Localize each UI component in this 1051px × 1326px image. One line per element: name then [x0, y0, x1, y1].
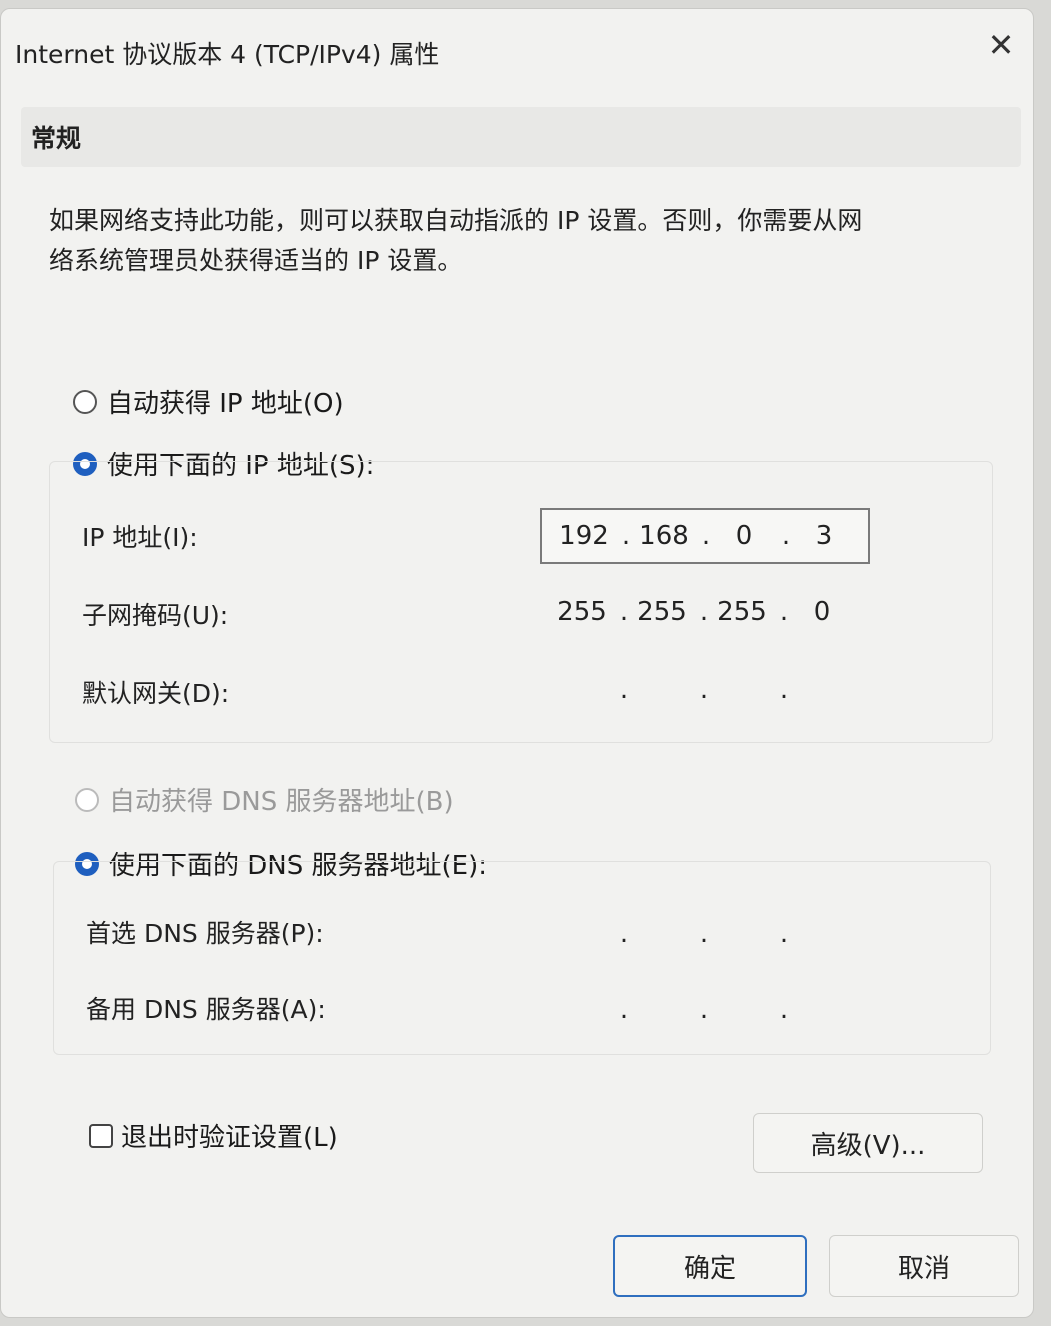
alternate-dns-dot: .	[699, 995, 709, 1025]
alternate-dns-dot: .	[619, 995, 629, 1025]
preferred-dns-dot: .	[699, 919, 709, 949]
alternate-dns-dot: .	[779, 995, 789, 1025]
tab-strip: 常规	[21, 107, 1021, 167]
ok-button[interactable]: 确定	[613, 1235, 807, 1297]
preferred-dns-label: 首选 DNS 服务器(P):	[86, 919, 324, 948]
preferred-dns-dot: .	[619, 919, 629, 949]
ip-octet-4: 3	[815, 521, 833, 551]
mask-octet-4: 0	[813, 597, 831, 627]
description-line-1: 如果网络支持此功能，则可以获取自动指派的 IP 设置。否则，你需要从网	[49, 206, 863, 235]
mask-dot: .	[619, 597, 629, 627]
description-text: 如果网络支持此功能，则可以获取自动指派的 IP 设置。否则，你需要从网 络系统管…	[49, 201, 949, 281]
ipv4-properties-dialog: Internet 协议版本 4 (TCP/IPv4) 属性 ✕ 常规 如果网络支…	[0, 8, 1034, 1318]
ip-settings-group: IP 地址(I): 192 . 168 . 0 . 3 子网掩码(U): 255…	[49, 461, 993, 743]
ip-dot: .	[701, 521, 711, 551]
preferred-dns-dot: .	[779, 919, 789, 949]
gateway-dot: .	[619, 675, 629, 705]
mask-octet-1: 255	[557, 597, 607, 627]
gateway-octet-3	[712, 664, 772, 716]
ip-dot: .	[781, 521, 791, 551]
alternate-dns-octet-4	[792, 984, 852, 1036]
mask-dot: .	[779, 597, 789, 627]
validate-label: 退出时验证设置(L)	[121, 1123, 338, 1153]
subnet-mask-label: 子网掩码(U):	[82, 601, 229, 630]
gateway-dot: .	[779, 675, 789, 705]
preferred-dns-octet-2	[632, 908, 692, 960]
close-icon[interactable]: ✕	[983, 27, 1019, 63]
radio-button-auto-dns[interactable]	[75, 787, 99, 812]
default-gateway-label: 默认网关(D):	[82, 679, 230, 708]
ip-address-input[interactable]: 192 . 168 . 0 . 3	[540, 508, 870, 564]
gateway-dot: .	[699, 675, 709, 705]
validate-checkbox[interactable]	[89, 1123, 113, 1148]
window-title: Internet 协议版本 4 (TCP/IPv4) 属性	[15, 40, 440, 69]
mask-dot: .	[699, 597, 709, 627]
radio-button-auto-ip[interactable]	[73, 389, 97, 414]
alternate-dns-octet-3	[712, 984, 772, 1036]
ip-dot: .	[621, 521, 631, 551]
subnet-mask-input[interactable]: 255 . 255 . 255 . 0	[540, 586, 870, 642]
ip-address-label: IP 地址(I):	[82, 523, 198, 552]
gateway-octet-2	[632, 664, 692, 716]
dns-settings-group: 首选 DNS 服务器(P): . . . 备用 DNS 服务器(A): . . …	[53, 861, 991, 1055]
alternate-dns-label: 备用 DNS 服务器(A):	[86, 995, 326, 1024]
alternate-dns-input[interactable]: . . .	[540, 984, 870, 1040]
advanced-button[interactable]: 高级(V)...	[753, 1113, 983, 1173]
tab-general[interactable]: 常规	[31, 119, 81, 155]
title-bar: Internet 协议版本 4 (TCP/IPv4) 属性 ✕	[1, 9, 1033, 89]
gateway-octet-1	[552, 664, 612, 716]
alternate-dns-octet-2	[632, 984, 692, 1036]
mask-octet-2: 255	[637, 597, 687, 627]
radio-auto-dns-label: 自动获得 DNS 服务器地址(B)	[109, 787, 454, 817]
preferred-dns-octet-1	[552, 908, 612, 960]
ip-octet-2: 168	[639, 521, 689, 551]
gateway-octet-4	[792, 664, 852, 716]
description-line-2: 络系统管理员处获得适当的 IP 设置。	[49, 246, 463, 275]
alternate-dns-octet-1	[552, 984, 612, 1036]
radio-auto-dns[interactable]: 自动获得 DNS 服务器地址(B)	[75, 781, 454, 818]
preferred-dns-octet-4	[792, 908, 852, 960]
validate-on-exit[interactable]: 退出时验证设置(L)	[89, 1117, 338, 1154]
preferred-dns-octet-3	[712, 908, 772, 960]
default-gateway-input[interactable]: . . .	[540, 664, 870, 720]
cancel-button[interactable]: 取消	[829, 1235, 1019, 1297]
preferred-dns-input[interactable]: . . .	[540, 908, 870, 964]
radio-auto-ip[interactable]: 自动获得 IP 地址(O)	[73, 383, 344, 420]
ip-octet-3: 0	[735, 521, 753, 551]
ip-octet-1: 192	[559, 521, 609, 551]
radio-auto-ip-label: 自动获得 IP 地址(O)	[107, 389, 344, 419]
mask-octet-3: 255	[717, 597, 767, 627]
